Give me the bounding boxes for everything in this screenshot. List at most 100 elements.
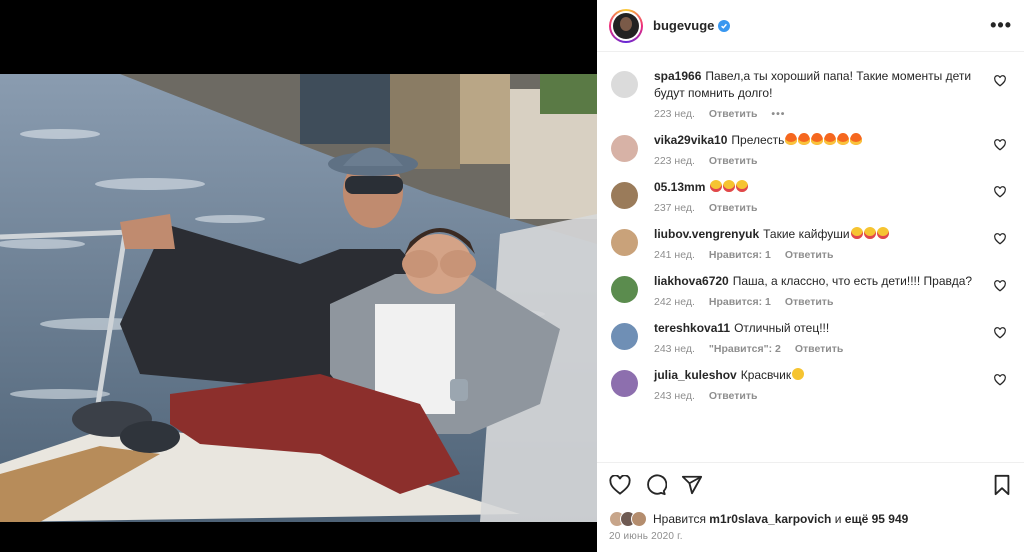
owner-username[interactable]: bugevuge	[653, 18, 714, 33]
paper-plane-icon[interactable]	[681, 474, 703, 499]
fire-emoji-icon	[785, 133, 798, 145]
more-options-button[interactable]: •••	[990, 15, 1012, 36]
comment-meta: 223 нед. Ответить	[654, 155, 986, 167]
comment-like-heart-icon[interactable]	[994, 233, 1006, 245]
bookmark-icon[interactable]	[992, 474, 1012, 499]
comment-item: julia_kuleshov Красвчик 243 нед. Ответить	[611, 367, 1010, 402]
verified-badge-icon	[718, 19, 731, 32]
commenter-avatar[interactable]	[611, 229, 638, 256]
comment-like-heart-icon[interactable]	[994, 327, 1006, 339]
comment-timestamp[interactable]: 243 нед.	[654, 343, 695, 355]
reply-button[interactable]: Ответить	[785, 296, 834, 308]
heart-eyes-emoji-icon	[736, 180, 749, 192]
reply-button[interactable]: Ответить	[709, 108, 758, 120]
post-actions: Нравится m1r0slava_karpovich и ещё 95 94…	[597, 462, 1024, 552]
commenter-username[interactable]: vika29vika10	[654, 133, 727, 147]
heart-outline-icon[interactable]	[609, 473, 631, 498]
reply-button[interactable]: Ответить	[785, 249, 834, 261]
commenter-username[interactable]: spa1966	[654, 69, 701, 83]
comment-like-heart-icon[interactable]	[994, 280, 1006, 292]
post-photo[interactable]	[0, 74, 597, 522]
reply-button[interactable]: Ответить	[709, 155, 758, 167]
likes-user-link[interactable]: m1r0slava_karpovich	[709, 512, 831, 526]
comment-likes-count[interactable]: "Нравится": 2	[709, 343, 781, 355]
owner-avatar-image	[613, 12, 639, 39]
comment-like-heart-icon[interactable]	[994, 139, 1006, 151]
liker-avatars[interactable]	[609, 511, 647, 527]
liker-avatar	[631, 511, 647, 527]
comment-body: liakhova6720 Паша, а классно, что есть де…	[654, 273, 1010, 308]
reply-button[interactable]: Ответить	[709, 202, 758, 214]
commenter-avatar[interactable]	[611, 182, 638, 209]
owner-avatar-inner	[611, 10, 641, 41]
comment-text-line: tereshkova11 Отличный отец!!!	[654, 320, 986, 337]
comment-item: spa1966 Павел,а ты хороший папа! Такие мо…	[611, 68, 1010, 120]
post-modal: bugevuge ••• spa1966 Павел,а ты хороший п…	[0, 0, 1024, 552]
comment-body: julia_kuleshov Красвчик 243 нед. Ответить	[654, 367, 1010, 402]
comment-text-line: vika29vika10 Прелесть	[654, 132, 986, 149]
commenter-avatar[interactable]	[611, 370, 638, 397]
commenter-username[interactable]: liubov.vengrenyuk	[654, 227, 759, 241]
commenter-username[interactable]: tereshkova11	[654, 321, 730, 335]
reply-button[interactable]: Ответить	[795, 343, 844, 355]
comment-likes-count[interactable]: Нравится: 1	[709, 296, 771, 308]
comment-item: 05.13mm 237 нед. Ответить	[611, 179, 1010, 214]
fire-emoji-icon	[850, 133, 863, 145]
comment-meta: 243 нед. Ответить	[654, 390, 986, 402]
likes-conj: и	[834, 512, 842, 526]
comment-body: spa1966 Павел,а ты хороший папа! Такие мо…	[654, 68, 1010, 120]
comment-text: Паша, а классно, что есть дети!!!! Правд…	[732, 274, 973, 288]
heart-eyes-emoji-icon	[723, 180, 736, 192]
comment-like-heart-icon[interactable]	[994, 75, 1006, 87]
comment-meta: 242 нед. Нравится: 1 Ответить	[654, 296, 986, 308]
comments-panel: bugevuge ••• spa1966 Павел,а ты хороший п…	[597, 0, 1024, 552]
comment-more-button[interactable]: •••	[771, 108, 785, 120]
commenter-username[interactable]: julia_kuleshov	[654, 368, 737, 382]
fire-emoji-icon	[811, 133, 824, 145]
comments-list[interactable]: spa1966 Павел,а ты хороший папа! Такие мо…	[597, 52, 1024, 462]
comment-meta: 223 нед. Ответить •••	[654, 108, 986, 120]
post-date[interactable]: 20 июнь 2020 г.	[609, 531, 1012, 542]
reply-button[interactable]: Ответить	[709, 390, 758, 402]
commenter-avatar[interactable]	[611, 323, 638, 350]
likes-prefix: Нравится	[653, 512, 706, 526]
comment-like-heart-icon[interactable]	[994, 374, 1006, 386]
comment-text-line: liakhova6720 Паша, а классно, что есть де…	[654, 273, 986, 290]
comment-text: Отличный отец!!!	[734, 321, 830, 335]
commenter-avatar[interactable]	[611, 276, 638, 303]
comment-timestamp[interactable]: 243 нед.	[654, 390, 695, 402]
commenter-username[interactable]: 05.13mm	[654, 180, 705, 194]
comment-timestamp[interactable]: 242 нед.	[654, 296, 695, 308]
comment-body: tereshkova11 Отличный отец!!! 243 нед. "Нра…	[654, 320, 1010, 355]
comment-item: liakhova6720 Паша, а классно, что есть де…	[611, 273, 1010, 308]
heart-eyes-emoji-icon	[850, 227, 863, 239]
comment-timestamp[interactable]: 237 нед.	[654, 202, 695, 214]
comment-text-line: liubov.vengrenyuk Такие кайфуши	[654, 226, 986, 243]
comment-timestamp[interactable]: 223 нед.	[654, 155, 695, 167]
comment-item: liubov.vengrenyuk Такие кайфуши 241 нед. Нр…	[611, 226, 1010, 261]
heart-eyes-emoji-icon	[876, 227, 889, 239]
heart-eyes-emoji-icon	[710, 180, 723, 192]
comment-bubble-icon[interactable]	[645, 473, 668, 499]
fire-emoji-icon	[798, 133, 811, 145]
comment-timestamp[interactable]: 241 нед.	[654, 249, 695, 261]
comment-text: Павел,а ты хороший папа! Такие моменты д…	[654, 69, 972, 100]
commenter-avatar[interactable]	[611, 71, 638, 98]
comment-meta: 237 нед. Ответить	[654, 202, 986, 214]
comment-timestamp[interactable]: 223 нед.	[654, 108, 695, 120]
comment-text: Красвчик	[740, 368, 792, 382]
comment-body: vika29vika10 Прелесть 223 нед. Ответить	[654, 132, 1010, 167]
comment-item: vika29vika10 Прелесть 223 нед. Ответить	[611, 132, 1010, 167]
comment-body: liubov.vengrenyuk Такие кайфуши 241 нед. Нр…	[654, 226, 1010, 261]
commenter-avatar[interactable]	[611, 135, 638, 162]
comment-like-heart-icon[interactable]	[994, 186, 1006, 198]
photo-illustration	[0, 74, 597, 522]
owner-avatar[interactable]	[609, 8, 643, 43]
comment-text-line: spa1966 Павел,а ты хороший папа! Такие мо…	[654, 68, 986, 102]
comment-meta: 243 нед. "Нравится": 2 Ответить	[654, 343, 986, 355]
commenter-username[interactable]: liakhova6720	[654, 274, 729, 288]
media-pane	[0, 0, 597, 552]
comment-likes-count[interactable]: Нравится: 1	[709, 249, 771, 261]
likes-count-link[interactable]: ещё 95 949	[845, 512, 909, 526]
wink-kiss-emoji-icon	[792, 368, 805, 380]
